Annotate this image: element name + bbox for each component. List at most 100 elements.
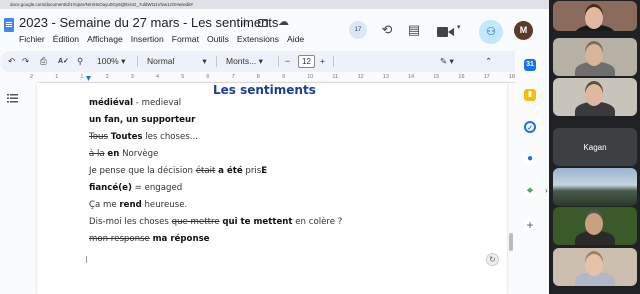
participant-tile[interactable]: [553, 168, 637, 206]
participant-face: [585, 254, 603, 276]
ruler-tick-label: 16: [458, 74, 465, 80]
docs-header: 2023 - Semaine du 27 mars - Les sentimen…: [0, 9, 549, 49]
bold-text: ma réponse: [152, 234, 210, 244]
document-heading: Les sentiments: [213, 83, 316, 97]
participant-name: Kagan: [583, 143, 607, 152]
spellcheck-icon[interactable]: A✓: [58, 51, 69, 72]
bold-text: Toutes: [110, 132, 143, 142]
ruler-tick-label: 14: [408, 74, 415, 80]
increase-font-icon[interactable]: +: [320, 51, 325, 72]
add-on-icon[interactable]: +: [524, 219, 536, 231]
account-avatar[interactable]: M: [514, 21, 533, 40]
participant-tile[interactable]: [553, 207, 637, 245]
text-run: heureuse.: [141, 200, 188, 210]
version-history-icon[interactable]: ⟲: [378, 21, 396, 39]
struck-text: mon response: [89, 234, 150, 244]
comments-icon[interactable]: ▤: [405, 21, 423, 39]
ruler-tick-label: 1: [55, 74, 59, 80]
ruler-tick-label: 6: [206, 74, 210, 80]
keep-icon[interactable]: ▮: [524, 89, 536, 101]
toolbar-divider: [216, 56, 217, 67]
menu-item[interactable]: Extensions: [237, 34, 279, 44]
document-line: à la en Norvège: [89, 148, 158, 160]
zoom-value: 100%: [97, 56, 119, 66]
menu-item[interactable]: Format: [172, 34, 199, 44]
text-run: les choses...: [142, 132, 198, 142]
decrease-font-icon[interactable]: −: [285, 51, 290, 72]
comment-count-badge[interactable]: 17: [349, 21, 367, 39]
participant-face: [585, 84, 603, 106]
star-icon[interactable]: ☆: [240, 17, 249, 28]
ruler-tick-label: 5: [181, 74, 185, 80]
document-line: Dis-moi les choses que mettre qui te met…: [89, 216, 342, 228]
indent-marker-icon[interactable]: [86, 76, 91, 81]
struck-text: à la: [89, 149, 105, 159]
zoom-select[interactable]: 100% ▾: [97, 51, 125, 72]
cloud-status-icon[interactable]: ☁: [278, 15, 289, 28]
document-outline-icon[interactable]: [7, 94, 18, 103]
participant-tile[interactable]: [553, 248, 637, 286]
tasks-icon[interactable]: ✓: [524, 121, 536, 133]
style-select[interactable]: Normal ▾: [147, 51, 207, 72]
participant-face: [585, 44, 603, 66]
menu-item[interactable]: Insertion: [131, 34, 164, 44]
ruler-tick-label: 15: [433, 74, 440, 80]
text-run: pris: [242, 166, 262, 176]
scrollbar[interactable]: [508, 83, 514, 294]
editing-mode-icon[interactable]: ✎ ▾: [440, 51, 454, 72]
participant-tile[interactable]: [553, 78, 637, 116]
ruler-tick-label: 17: [483, 74, 490, 80]
share-button[interactable]: ⚇: [479, 20, 503, 44]
menu-item[interactable]: Affichage: [87, 34, 123, 44]
document-line: fiancé(e) = engaged: [89, 182, 182, 194]
participant-tile[interactable]: [553, 38, 637, 76]
redo-icon[interactable]: ↷: [22, 51, 29, 72]
hide-panel-icon[interactable]: ›: [545, 186, 548, 195]
ruler-tick-label: 7: [231, 74, 235, 80]
menu-item[interactable]: Outils: [207, 34, 229, 44]
menu-bar: Fichier Édition Affichage Insertion Format Ou…: [19, 34, 304, 44]
bold-text: fiancé(e): [89, 183, 132, 193]
text-cursor: [86, 256, 87, 263]
participant-tile[interactable]: Kagan: [553, 128, 637, 166]
bold-text: qui te mettent: [222, 217, 293, 227]
side-panel: 31 ▮ ✓ ● ⌖ + ›: [515, 51, 549, 294]
font-select[interactable]: Monts... ▾: [226, 51, 263, 72]
bold-text: E: [261, 166, 268, 176]
maps-icon[interactable]: ⌖: [524, 185, 536, 197]
text-run: Norvège: [119, 149, 159, 159]
participant-tile[interactable]: [553, 1, 637, 31]
document-line: un fan, un supporteur: [89, 114, 195, 126]
collapse-toolbar-icon[interactable]: ⌃: [485, 51, 492, 72]
document-line: Je pense que la décision était a été pri…: [89, 165, 267, 177]
ruler: 2 1 1 2 3 4 5 6 7 8 9 10 11 12 13 14 15 16 17 18: [0, 74, 549, 83]
font-value: Monts...: [226, 56, 257, 66]
move-folder-icon[interactable]: [258, 19, 268, 27]
menu-item[interactable]: Édition: [53, 34, 79, 44]
address-bar[interactable]: docs.google.com/document/d/1YopaVNmlHsOa…: [0, 0, 549, 9]
ruler-tick-label: 2: [30, 74, 34, 80]
menu-item[interactable]: Fichier: [19, 34, 45, 44]
contacts-icon[interactable]: ●: [524, 153, 536, 165]
ruler-tick-label: 11: [332, 74, 339, 80]
document-line: Tous Toutes les choses...: [89, 131, 198, 143]
meet-dropdown-icon[interactable]: ▾: [457, 23, 461, 31]
toolbar-divider: [137, 56, 138, 67]
text-run: Je pense que la décision: [89, 166, 196, 176]
print-icon[interactable]: ⎙: [40, 51, 47, 72]
bold-text: rend: [119, 200, 142, 210]
text-run: en colère ?: [292, 217, 343, 227]
scrollbar-thumb[interactable]: [509, 233, 513, 251]
chevron-down-icon: ▾: [121, 56, 126, 66]
ruler-tick-label: 1: [80, 74, 84, 80]
menu-item[interactable]: Aide: [287, 34, 304, 44]
meet-icon[interactable]: [437, 24, 454, 37]
explore-icon[interactable]: ↻: [486, 253, 499, 266]
calendar-icon[interactable]: 31: [524, 59, 536, 71]
document-page[interactable]: Les sentiments médiéval - medieval un fan…: [37, 83, 507, 294]
paint-format-icon[interactable]: ⚲: [77, 51, 83, 72]
ruler-tick-label: 2: [105, 74, 109, 80]
undo-icon[interactable]: ↶: [8, 51, 15, 72]
font-size-input[interactable]: 12: [298, 55, 315, 68]
docs-logo-icon[interactable]: [4, 18, 14, 32]
